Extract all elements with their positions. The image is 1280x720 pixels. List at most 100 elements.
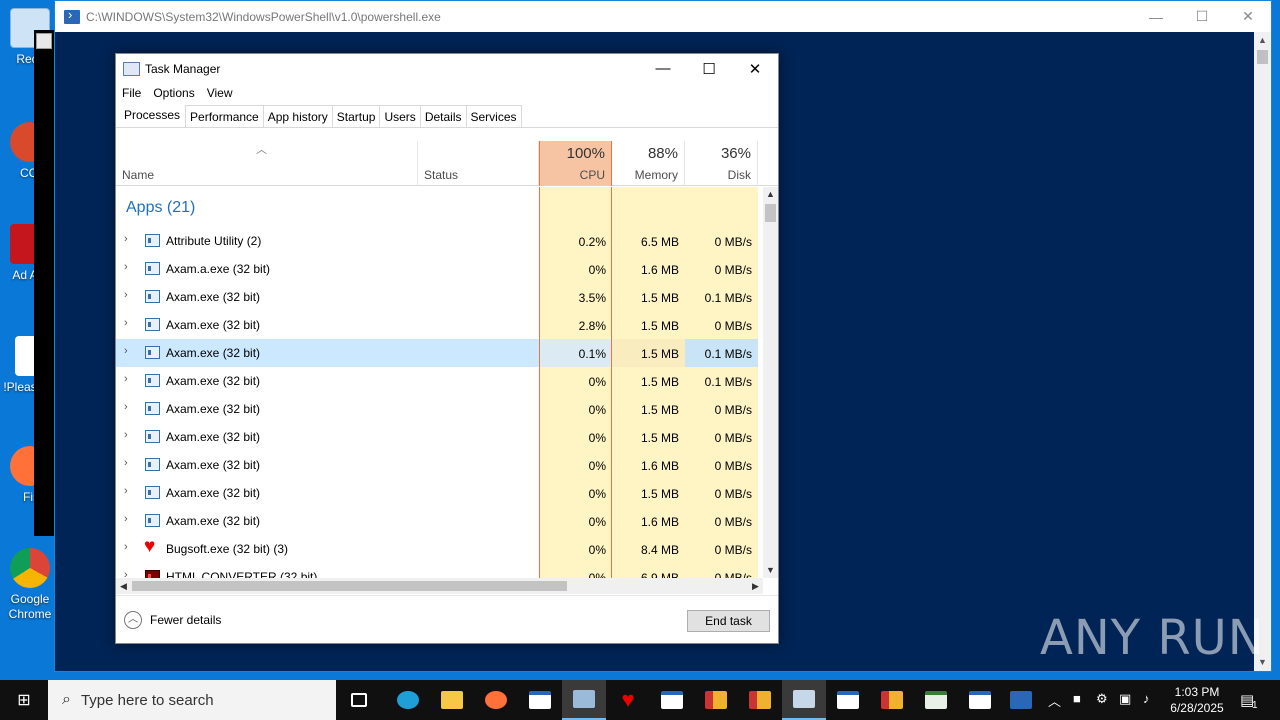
scroll-up-arrow-icon[interactable]: ▲ bbox=[763, 187, 778, 202]
expand-chevron-icon[interactable]: › bbox=[124, 457, 128, 469]
expand-chevron-icon[interactable]: › bbox=[124, 289, 128, 301]
tab-performance[interactable]: Performance bbox=[185, 105, 264, 127]
scroll-thumb[interactable] bbox=[1257, 50, 1268, 64]
process-row[interactable]: › Axam.exe (32 bit) 0% 1.5 MB 0 MB/s bbox=[116, 479, 763, 507]
powershell-scrollbar[interactable]: ▲ ▼ bbox=[1254, 32, 1271, 671]
network-icon[interactable]: ▣ bbox=[1119, 691, 1131, 707]
tray-security-icon[interactable]: ⚙ bbox=[1096, 691, 1108, 707]
taskbar-task-manager[interactable] bbox=[562, 680, 606, 720]
tray-app-icon[interactable]: ■ bbox=[1073, 691, 1081, 706]
taskbar-bugsoft[interactable]: ♥ bbox=[606, 680, 650, 720]
taskbar-firefox[interactable] bbox=[474, 680, 518, 720]
scroll-right-arrow-icon[interactable]: ▶ bbox=[748, 578, 763, 594]
process-row[interactable]: › Attribute Utility (2) 0.2% 6.5 MB 0 MB/s bbox=[116, 227, 763, 255]
process-name-cell[interactable]: › Axam.exe (32 bit) bbox=[116, 507, 539, 535]
taskbar-app-window-2[interactable] bbox=[650, 680, 694, 720]
task-view-button[interactable] bbox=[337, 680, 381, 720]
column-cpu-header[interactable]: 100% CPU bbox=[539, 141, 612, 186]
expand-chevron-icon[interactable]: › bbox=[124, 233, 128, 245]
taskbar-app-window-3[interactable] bbox=[826, 680, 870, 720]
taskbar-app-4[interactable] bbox=[738, 680, 782, 720]
expand-chevron-icon[interactable]: › bbox=[124, 261, 128, 273]
desktop-icon-chrome[interactable]: Google Chrome bbox=[2, 548, 58, 622]
process-row[interactable]: › Bugsoft.exe (32 bit) (3) 0%8.4 MB0 MB/s bbox=[116, 535, 763, 563]
taskbar-app-3[interactable] bbox=[694, 680, 738, 720]
process-name-cell[interactable]: › Axam.exe (32 bit) bbox=[116, 283, 539, 311]
maximize-button[interactable]: ☐ bbox=[1179, 1, 1225, 32]
show-hidden-icons-icon[interactable]: ︿ bbox=[1048, 691, 1061, 710]
task-manager-titlebar[interactable]: Task Manager — ☐ ✕ bbox=[116, 54, 778, 83]
process-name-cell[interactable]: › Axam.exe (32 bit) bbox=[116, 451, 539, 479]
process-row[interactable]: › Axam.exe (32 bit) 0% 1.6 MB 0 MB/s bbox=[116, 507, 763, 535]
process-list-horizontal-scrollbar[interactable]: ◀ ▶ bbox=[116, 578, 763, 594]
process-name-cell[interactable]: › Axam.exe (32 bit) bbox=[116, 423, 539, 451]
expand-chevron-icon[interactable]: › bbox=[124, 485, 128, 497]
menu-options[interactable]: Options bbox=[153, 86, 194, 100]
taskbar-powershell[interactable] bbox=[999, 680, 1043, 720]
process-list[interactable]: Apps (21) › Attribute Utility (2) 0.2% 6.5 … bbox=[116, 187, 763, 578]
close-button[interactable]: ✕ bbox=[732, 54, 778, 83]
menu-view[interactable]: View bbox=[207, 86, 233, 100]
process-name-cell[interactable]: › Axam.a.exe (32 bit) bbox=[116, 255, 539, 283]
group-header-apps[interactable]: Apps (21) bbox=[126, 199, 195, 217]
scroll-down-arrow-icon[interactable]: ▼ bbox=[763, 563, 778, 578]
process-row[interactable]: › Axam.exe (32 bit) 0% 1.5 MB 0 MB/s bbox=[116, 395, 763, 423]
tab-processes[interactable]: Processes bbox=[118, 102, 187, 127]
process-row[interactable]: › Axam.exe (32 bit) 0.1% 1.5 MB 0.1 MB/s bbox=[116, 339, 763, 367]
taskbar-edge[interactable] bbox=[386, 680, 430, 720]
taskbar-file-explorer[interactable] bbox=[430, 680, 474, 720]
tab-app-history[interactable]: App history bbox=[262, 105, 333, 127]
process-row[interactable]: › Axam.exe (32 bit) 0% 1.5 MB 0 MB/s bbox=[116, 423, 763, 451]
column-memory-header[interactable]: 88% Memory bbox=[612, 141, 685, 186]
process-name-cell[interactable]: › Axam.exe (32 bit) bbox=[116, 311, 539, 339]
expand-chevron-icon[interactable]: › bbox=[124, 513, 128, 525]
expand-chevron-icon[interactable]: › bbox=[124, 345, 128, 357]
process-name-cell[interactable]: › Axam.exe (32 bit) bbox=[116, 479, 539, 507]
tab-details[interactable]: Details bbox=[419, 105, 467, 127]
close-button[interactable]: ✕ bbox=[1225, 1, 1271, 32]
minimize-button[interactable]: — bbox=[640, 54, 686, 83]
process-name-cell[interactable]: › Attribute Utility (2) bbox=[116, 227, 539, 255]
taskbar-app-window-4[interactable] bbox=[958, 680, 1002, 720]
process-row[interactable]: › Axam.a.exe (32 bit) 0% 1.6 MB 0 MB/s bbox=[116, 255, 763, 283]
column-name-header[interactable]: ︿ Name bbox=[116, 141, 418, 186]
expand-chevron-icon[interactable]: › bbox=[124, 317, 128, 329]
scroll-thumb[interactable] bbox=[765, 204, 776, 222]
taskbar-app-window[interactable] bbox=[518, 680, 562, 720]
process-name-cell[interactable]: › Bugsoft.exe (32 bit) (3) bbox=[116, 535, 539, 563]
start-button[interactable]: ⊞ bbox=[0, 680, 48, 720]
process-name-cell[interactable]: › Axam.exe (32 bit) bbox=[116, 339, 539, 367]
tab-users[interactable]: Users bbox=[379, 105, 421, 127]
column-disk-header[interactable]: 36% Disk bbox=[685, 141, 758, 186]
scroll-up-arrow-icon[interactable]: ▲ bbox=[1254, 32, 1271, 49]
fewer-details-button[interactable]: ︿ Fewer details bbox=[124, 611, 221, 629]
column-status-header[interactable]: Status bbox=[418, 141, 539, 186]
volume-icon[interactable]: ♪ bbox=[1143, 691, 1150, 706]
expand-chevron-icon[interactable]: › bbox=[124, 569, 128, 578]
process-name-cell[interactable]: › Axam.exe (32 bit) bbox=[116, 367, 539, 395]
taskbar-task-manager-2[interactable] bbox=[782, 680, 826, 720]
tab-startup[interactable]: Startup bbox=[331, 105, 381, 127]
task-manager-window[interactable]: Task Manager — ☐ ✕ File Options View Pro… bbox=[115, 53, 779, 644]
expand-chevron-icon[interactable]: › bbox=[124, 541, 128, 553]
process-name-cell[interactable]: › Axam.exe (32 bit) bbox=[116, 395, 539, 423]
scroll-left-arrow-icon[interactable]: ◀ bbox=[116, 578, 131, 594]
tab-services[interactable]: Services bbox=[465, 105, 522, 127]
process-row[interactable]: › Axam.exe (32 bit) 0% 1.5 MB 0.1 MB/s bbox=[116, 367, 763, 395]
scroll-thumb[interactable] bbox=[132, 581, 567, 591]
taskbar-app-6[interactable] bbox=[914, 680, 958, 720]
taskbar-app-5[interactable] bbox=[870, 680, 914, 720]
process-row[interactable]: › HTML CONVERTER (32 bit) 0% 6.9 MB 0 MB/s bbox=[116, 563, 763, 578]
expand-chevron-icon[interactable]: › bbox=[124, 373, 128, 385]
process-row[interactable]: › Axam.exe (32 bit) 3.5% 1.5 MB 0.1 MB/s bbox=[116, 283, 763, 311]
menu-file[interactable]: File bbox=[122, 86, 141, 100]
expand-chevron-icon[interactable]: › bbox=[124, 429, 128, 441]
expand-chevron-icon[interactable]: › bbox=[124, 401, 128, 413]
process-row[interactable]: › Axam.exe (32 bit) 2.8% 1.5 MB 0 MB/s bbox=[116, 311, 763, 339]
end-task-button[interactable]: End task bbox=[687, 610, 770, 632]
maximize-button[interactable]: ☐ bbox=[686, 54, 732, 83]
taskbar-search-box[interactable]: ⌕ Type here to search bbox=[48, 680, 336, 720]
process-name-cell[interactable]: › HTML CONVERTER (32 bit) bbox=[116, 563, 539, 578]
process-list-vertical-scrollbar[interactable]: ▲ ▼ bbox=[763, 187, 778, 578]
process-row[interactable]: › Axam.exe (32 bit) 0% 1.6 MB 0 MB/s bbox=[116, 451, 763, 479]
